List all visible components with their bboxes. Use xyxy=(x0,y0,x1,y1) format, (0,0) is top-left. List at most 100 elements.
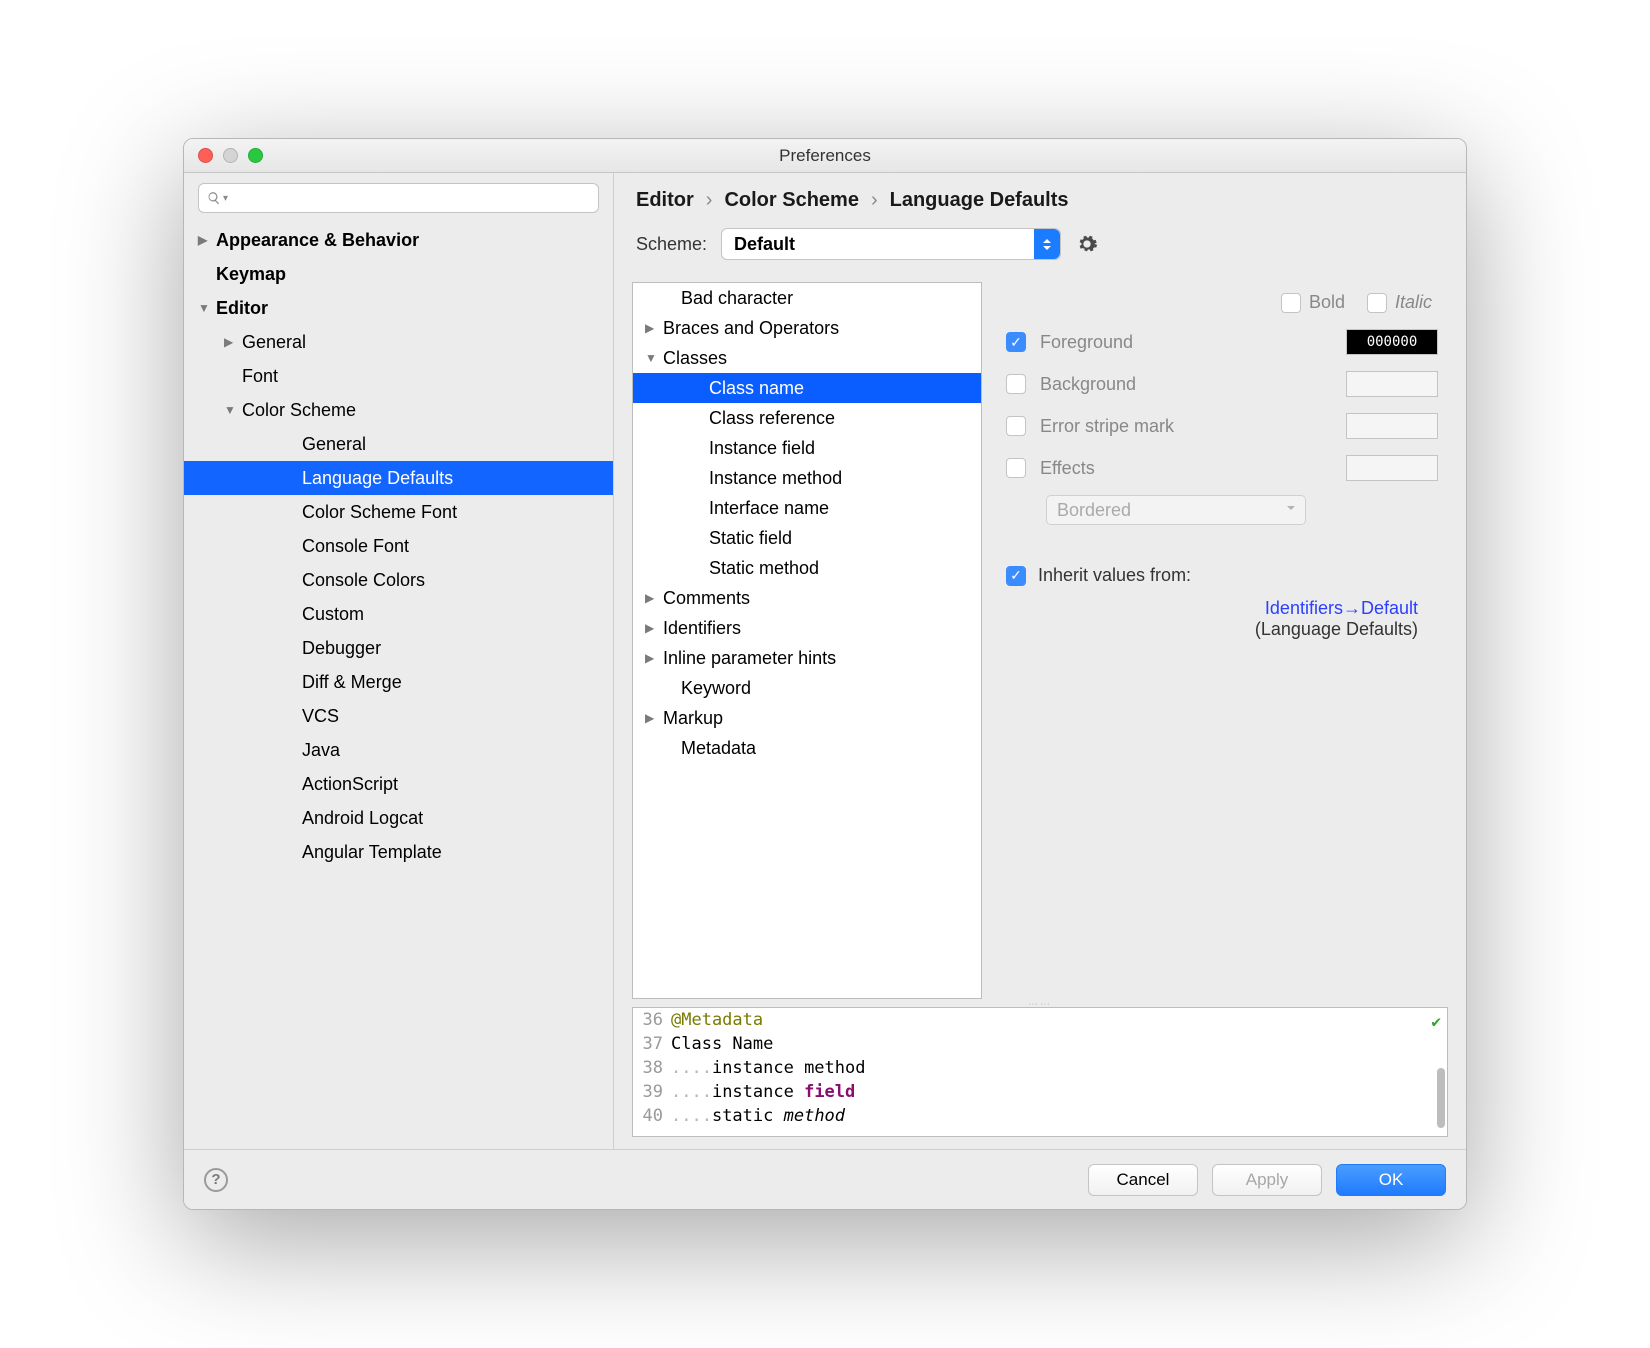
sidebar-item[interactable]: ▼Editor xyxy=(184,291,613,325)
sidebar-item-label: Font xyxy=(242,366,278,387)
sidebar-item[interactable]: VCS xyxy=(184,699,613,733)
token-item[interactable]: Class name xyxy=(633,373,981,403)
foreground-checkbox[interactable]: ✓ xyxy=(1006,332,1026,352)
error-stripe-checkbox[interactable] xyxy=(1006,416,1026,436)
preview-text: .... xyxy=(671,1082,712,1102)
gutter-line: 39 xyxy=(633,1080,671,1104)
chevron-right-icon: ▶ xyxy=(224,335,242,349)
foreground-swatch[interactable]: 000000 xyxy=(1346,329,1438,355)
effects-checkbox[interactable] xyxy=(1006,458,1026,478)
chevron-right-icon: ▶ xyxy=(645,321,663,335)
sidebar-item[interactable]: Keymap xyxy=(184,257,613,291)
effects-type-select[interactable]: Bordered xyxy=(1046,495,1306,525)
token-item[interactable]: Interface name xyxy=(633,493,981,523)
inherit-link[interactable]: Identifiers→Default xyxy=(1265,598,1418,618)
preferences-window: Preferences ▾ ▶Appearance & BehaviorKeym… xyxy=(183,138,1467,1210)
window-close-button[interactable] xyxy=(198,148,213,163)
preview-text: @Metadata xyxy=(671,1010,763,1030)
token-item[interactable]: ▶Inline parameter hints xyxy=(633,643,981,673)
breadcrumb: Editor › Color Scheme › Language Default… xyxy=(614,173,1466,218)
sidebar-item[interactable]: Custom xyxy=(184,597,613,631)
token-item[interactable]: Instance method xyxy=(633,463,981,493)
token-item-label: Class name xyxy=(709,378,804,399)
token-item[interactable]: Instance field xyxy=(633,433,981,463)
italic-checkbox[interactable] xyxy=(1367,293,1387,313)
preview-text: instance xyxy=(712,1082,804,1102)
inherit-checkbox[interactable]: ✓ xyxy=(1006,566,1026,586)
inherit-sub: (Language Defaults) xyxy=(1255,619,1418,639)
token-item[interactable]: Bad character xyxy=(633,283,981,313)
token-item[interactable]: Keyword xyxy=(633,673,981,703)
ok-button[interactable]: OK xyxy=(1336,1164,1446,1196)
effects-swatch[interactable] xyxy=(1346,455,1438,481)
titlebar: Preferences xyxy=(184,139,1466,173)
dialog-footer: ? Cancel Apply OK xyxy=(184,1149,1466,1209)
token-item[interactable]: ▼Classes xyxy=(633,343,981,373)
bold-checkbox[interactable] xyxy=(1281,293,1301,313)
token-item[interactable]: ▶Identifiers xyxy=(633,613,981,643)
sidebar-item[interactable]: Console Colors xyxy=(184,563,613,597)
token-item[interactable]: Class reference xyxy=(633,403,981,433)
bold-label: Bold xyxy=(1309,292,1345,313)
sidebar-item[interactable]: Diff & Merge xyxy=(184,665,613,699)
sidebar-item-label: Console Colors xyxy=(302,570,425,591)
breadcrumb-language-defaults: Language Defaults xyxy=(890,189,1069,212)
italic-label: Italic xyxy=(1395,292,1432,313)
sidebar-item[interactable]: ▼Color Scheme xyxy=(184,393,613,427)
token-item[interactable]: ▶Markup xyxy=(633,703,981,733)
preview-text: static xyxy=(712,1106,784,1126)
sidebar-item[interactable]: Debugger xyxy=(184,631,613,665)
scheme-gear-button[interactable] xyxy=(1075,232,1099,256)
help-button[interactable]: ? xyxy=(204,1168,228,1192)
token-item-label: Metadata xyxy=(681,738,756,759)
error-stripe-swatch[interactable] xyxy=(1346,413,1438,439)
sidebar-item[interactable]: ▶General xyxy=(184,325,613,359)
search-input[interactable]: ▾ xyxy=(198,183,599,213)
foreground-label: Foreground xyxy=(1040,332,1332,353)
sidebar-item-label: General xyxy=(242,332,306,353)
sidebar-item-label: Java xyxy=(302,740,340,761)
token-tree[interactable]: Bad character▶Braces and Operators▼Class… xyxy=(632,282,982,999)
background-swatch[interactable] xyxy=(1346,371,1438,397)
window-zoom-button[interactable] xyxy=(248,148,263,163)
window-minimize-button[interactable] xyxy=(223,148,238,163)
sidebar-item[interactable]: Android Logcat xyxy=(184,801,613,835)
breadcrumb-color-scheme[interactable]: Color Scheme xyxy=(724,189,858,212)
sidebar: ▾ ▶Appearance & BehaviorKeymap▼Editor▶Ge… xyxy=(184,173,614,1149)
sidebar-item[interactable]: Console Font xyxy=(184,529,613,563)
sidebar-item[interactable]: General xyxy=(184,427,613,461)
sidebar-item[interactable]: Language Defaults xyxy=(184,461,613,495)
splitter-grip[interactable]: ⋯⋯ xyxy=(632,999,1448,1007)
preview-text: .... xyxy=(671,1058,712,1078)
effects-label: Effects xyxy=(1040,458,1332,479)
search-field[interactable] xyxy=(230,189,590,207)
token-item[interactable]: ▶Braces and Operators xyxy=(633,313,981,343)
token-item-label: Markup xyxy=(663,708,723,729)
token-item[interactable]: ▶Comments xyxy=(633,583,981,613)
sidebar-item[interactable]: Font xyxy=(184,359,613,393)
sidebar-item[interactable]: ActionScript xyxy=(184,767,613,801)
cancel-button[interactable]: Cancel xyxy=(1088,1164,1198,1196)
token-item-label: Inline parameter hints xyxy=(663,648,836,669)
preview-text: method xyxy=(784,1106,845,1126)
chevron-right-icon: ▶ xyxy=(645,651,663,665)
settings-tree[interactable]: ▶Appearance & BehaviorKeymap▼Editor▶Gene… xyxy=(184,223,613,1149)
sidebar-item[interactable]: Angular Template xyxy=(184,835,613,869)
token-item[interactable]: Static method xyxy=(633,553,981,583)
scheme-select[interactable]: Default xyxy=(721,228,1061,260)
chevron-right-icon: ▶ xyxy=(198,233,216,247)
preview-editor[interactable]: ✔ 36@Metadata 37Class Name 38....instanc… xyxy=(632,1007,1448,1137)
error-stripe-label: Error stripe mark xyxy=(1040,416,1332,437)
chevron-down-icon: ▾ xyxy=(223,193,228,204)
apply-button[interactable]: Apply xyxy=(1212,1164,1322,1196)
sidebar-item[interactable]: Java xyxy=(184,733,613,767)
gutter-line: 40 xyxy=(633,1104,671,1128)
breadcrumb-editor[interactable]: Editor xyxy=(636,189,694,212)
background-checkbox[interactable] xyxy=(1006,374,1026,394)
token-item[interactable]: Metadata xyxy=(633,733,981,763)
scrollbar[interactable] xyxy=(1437,1068,1445,1128)
token-item[interactable]: Static field xyxy=(633,523,981,553)
chevron-down-icon: ▼ xyxy=(645,351,663,365)
sidebar-item[interactable]: Color Scheme Font xyxy=(184,495,613,529)
sidebar-item[interactable]: ▶Appearance & Behavior xyxy=(184,223,613,257)
